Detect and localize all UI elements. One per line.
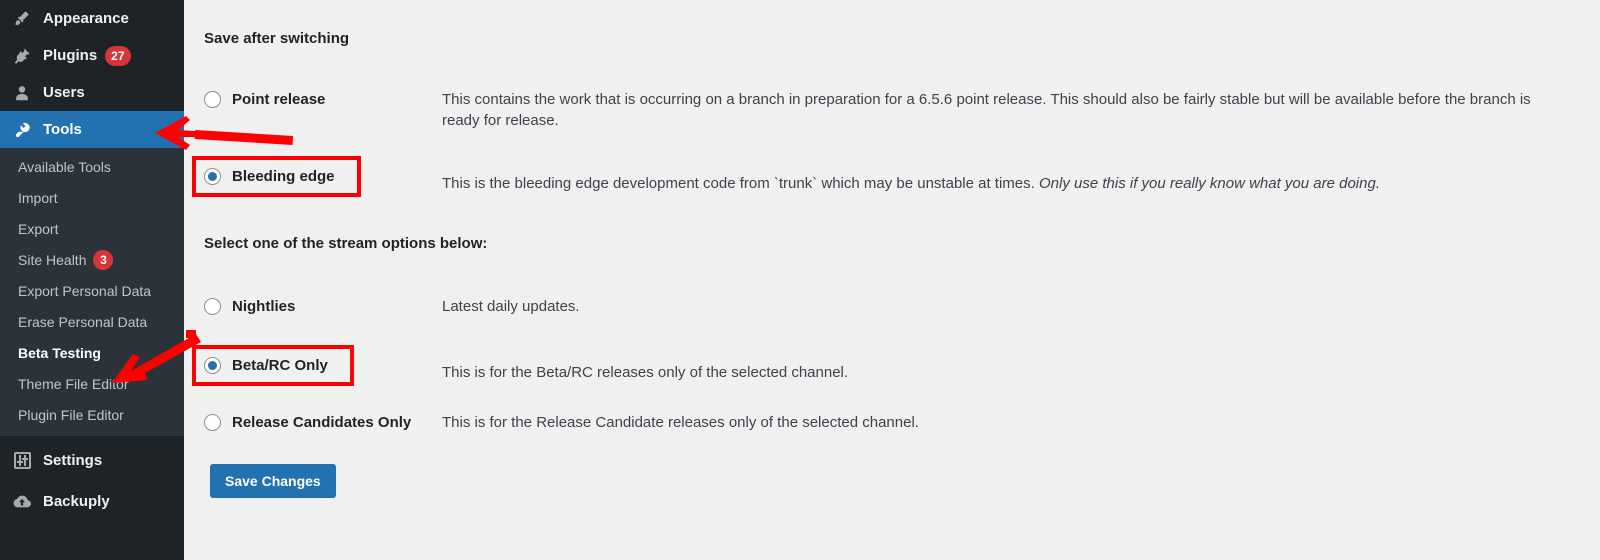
stream-option-row: Beta/RC Only This is for the Beta/RC rel… bbox=[192, 344, 1600, 386]
stream-option-release-candidates-only[interactable]: Release Candidates Only bbox=[192, 408, 442, 437]
stream-option-description: Latest daily updates. bbox=[442, 292, 580, 317]
sidebar-item-import[interactable]: Import bbox=[0, 182, 184, 213]
sidebar-item-export-personal-data[interactable]: Export Personal Data bbox=[0, 275, 184, 306]
paintbrush-icon bbox=[11, 9, 33, 29]
submenu-item-label: Export bbox=[18, 220, 59, 237]
stream-option-description: This is for the Release Candidate releas… bbox=[442, 408, 919, 433]
submenu-item-label: Beta Testing bbox=[18, 344, 101, 361]
channel-option-row: Bleeding edge This is the bleeding edge … bbox=[192, 155, 1600, 197]
plugins-update-badge: 27 bbox=[105, 45, 131, 66]
stream-section-title: Select one of the stream options below: bbox=[204, 234, 488, 252]
submenu-item-label: Import bbox=[18, 189, 58, 206]
stream-option-label: Beta/RC Only bbox=[232, 356, 328, 374]
tools-submenu: Available Tools Import Export Site Healt… bbox=[0, 148, 184, 436]
sidebar-item-available-tools[interactable]: Available Tools bbox=[0, 151, 184, 182]
sidebar-item-site-health[interactable]: Site Health 3 bbox=[0, 244, 184, 275]
sidebar-item-appearance[interactable]: Appearance bbox=[0, 0, 184, 37]
sidebar-top-menu: Appearance Plugins 27 Users Tools bbox=[0, 0, 184, 148]
sidebar-item-theme-file-editor[interactable]: Theme File Editor bbox=[0, 368, 184, 399]
wrench-icon bbox=[11, 120, 33, 140]
radio-nightlies[interactable] bbox=[204, 297, 221, 315]
channel-option-label: Bleeding edge bbox=[232, 167, 335, 185]
submenu-item-label: Plugin File Editor bbox=[18, 406, 124, 423]
user-icon bbox=[11, 83, 33, 103]
sidebar-item-label: Users bbox=[43, 84, 85, 101]
sidebar-item-backuply[interactable]: Backuply bbox=[0, 483, 184, 520]
description-text: This contains the work that is occurring… bbox=[442, 91, 1531, 130]
submenu-item-label: Available Tools bbox=[18, 158, 111, 175]
sidebar-item-erase-personal-data[interactable]: Erase Personal Data bbox=[0, 306, 184, 337]
sidebar-item-export[interactable]: Export bbox=[0, 213, 184, 244]
stream-option-row: Release Candidates Only This is for the … bbox=[192, 408, 1600, 437]
channel-option-row: Point release This contains the work tha… bbox=[192, 85, 1600, 132]
stream-option-label: Release Candidates Only bbox=[232, 413, 412, 431]
cloud-upload-icon bbox=[11, 492, 33, 512]
sidebar-item-tools[interactable]: Tools bbox=[0, 111, 184, 148]
sidebar-item-label: Settings bbox=[43, 452, 103, 469]
sidebar-item-settings[interactable]: Settings bbox=[0, 442, 184, 479]
sidebar-item-beta-testing[interactable]: Beta Testing bbox=[0, 337, 184, 368]
sidebar-item-label: Appearance bbox=[43, 10, 129, 27]
admin-screen: Appearance Plugins 27 Users Tools Availa… bbox=[0, 0, 1600, 560]
radio-release-candidates-only[interactable] bbox=[204, 413, 221, 431]
save-changes-button[interactable]: Save Changes bbox=[210, 463, 336, 498]
description-text: This is the bleeding edge development co… bbox=[442, 174, 1039, 192]
channel-option-label: Point release bbox=[232, 91, 326, 108]
sidebar-item-users[interactable]: Users bbox=[0, 74, 184, 111]
beta-testing-settings-panel: Save after switching Point release This … bbox=[184, 0, 1600, 560]
settings-sliders-icon bbox=[11, 451, 33, 471]
submenu-item-label: Theme File Editor bbox=[18, 375, 129, 392]
channel-option-description: This contains the work that is occurring… bbox=[442, 85, 1552, 132]
sidebar-item-plugin-file-editor[interactable]: Plugin File Editor bbox=[0, 399, 184, 430]
stream-option-nightlies[interactable]: Nightlies bbox=[192, 292, 442, 321]
description-emphasis: Only use this if you really know what yo… bbox=[1038, 174, 1380, 192]
stream-option-label: Nightlies bbox=[232, 297, 296, 315]
submenu-item-label: Site Health bbox=[18, 251, 87, 268]
radio-beta-rc-only[interactable] bbox=[204, 356, 221, 374]
stream-option-beta-rc-only[interactable]: Beta/RC Only bbox=[192, 344, 442, 386]
sidebar-item-plugins[interactable]: Plugins 27 bbox=[0, 37, 184, 74]
sidebar-bottom-menu: Settings Backuply bbox=[0, 436, 184, 520]
submenu-item-label: Export Personal Data bbox=[18, 282, 152, 299]
radio-bleeding-edge[interactable] bbox=[204, 167, 221, 185]
stream-option-row: Nightlies Latest daily updates. bbox=[192, 292, 1600, 321]
sidebar-item-label: Plugins bbox=[43, 47, 98, 64]
channel-option-point-release[interactable]: Point release bbox=[192, 85, 442, 114]
page-title: Save after switching bbox=[204, 30, 350, 47]
admin-sidebar: Appearance Plugins 27 Users Tools Availa… bbox=[0, 0, 184, 560]
channel-option-bleeding-edge[interactable]: Bleeding edge bbox=[192, 155, 442, 197]
stream-option-description: This is for the Beta/RC releases only of… bbox=[442, 345, 848, 383]
description-text: This is for the Beta/RC releases only of… bbox=[442, 363, 849, 381]
sidebar-item-label: Backuply bbox=[43, 493, 110, 510]
sidebar-item-label: Tools bbox=[43, 121, 82, 138]
description-text: This is for the Release Candidate releas… bbox=[442, 413, 919, 431]
site-health-badge: 3 bbox=[93, 249, 114, 270]
submenu-item-label: Erase Personal Data bbox=[18, 313, 148, 330]
radio-point-release[interactable] bbox=[204, 91, 221, 108]
channel-option-description: This is the bleeding edge development co… bbox=[442, 156, 1380, 194]
description-text: Latest daily updates. bbox=[442, 297, 580, 315]
plug-icon bbox=[11, 46, 33, 66]
